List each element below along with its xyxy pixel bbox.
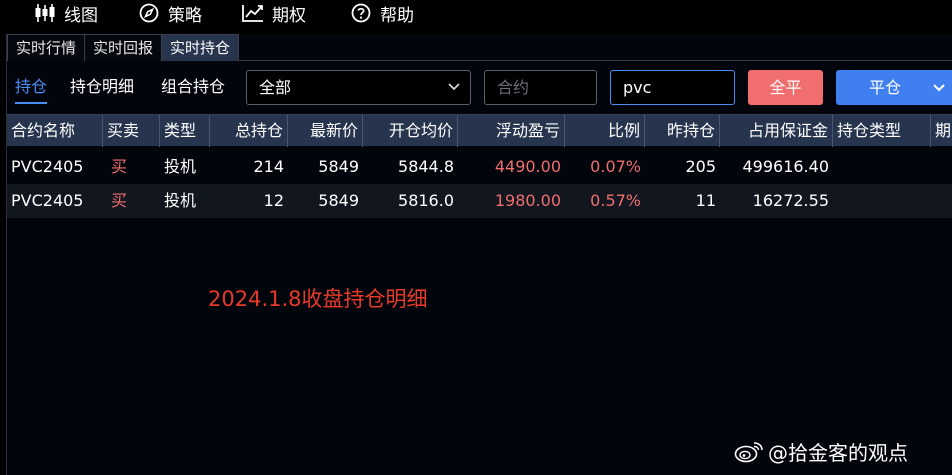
cell-last-price: 5849 [318,191,359,210]
column-header-contract[interactable]: 合约名称 [7,115,103,147]
cell-margin: 16272.55 [752,191,829,210]
cell-margin: 499616.40 [742,157,829,176]
column-header-last-price[interactable]: 最新价 [288,115,363,147]
annotation-text: 2024.1.8收盘持仓明细 [208,287,428,311]
cell-avg-open: 5816.0 [398,191,454,210]
column-header-total[interactable]: 总持仓 [210,115,288,147]
subtab-combo-positions[interactable]: 组合持仓 [161,74,225,100]
cell-ratio: 0.57% [590,191,641,210]
column-header-side[interactable]: 买卖 [103,115,160,147]
tab-bar: 实时行情 实时回报 实时持仓 [7,34,952,61]
menu-item-label: 线图 [64,5,98,26]
tab-realtime-reports[interactable]: 实时回报 [84,34,163,61]
menu-item-label: 期权 [272,5,306,26]
subtab-position-details[interactable]: 持仓明细 [70,74,134,100]
chevron-down-icon [448,71,460,115]
cell-total: 214 [253,157,284,176]
cell-total: 12 [263,191,284,210]
cell-float-pnl: 1980.00 [494,191,561,210]
column-header-truncated[interactable]: 期 [931,115,952,147]
cell-avg-open: 5844.8 [398,157,454,176]
table-row[interactable]: PVC2405 买 投机 12 5849 5816.0 1980.00 0.57… [7,184,952,218]
candlestick-chart-icon [34,2,56,24]
subtab-positions[interactable]: 持仓 [15,74,48,104]
tab-realtime-positions[interactable]: 实时持仓 [161,34,240,61]
cell-contract: PVC2405 [11,191,84,210]
column-header-ratio[interactable]: 比例 [565,115,645,147]
cell-type: 投机 [164,157,197,176]
top-menu-bar: 线图 策略 期权 帮助 [0,0,952,26]
cell-truncated [931,150,952,184]
chevron-down-icon[interactable] [932,80,946,99]
tab-realtime-quotes[interactable]: 实时行情 [7,34,86,61]
positions-panel: 实时行情 实时回报 实时持仓 持仓 持仓明细 组合持仓 全部 全平 平仓 合约名… [6,34,952,475]
compass-icon [138,2,160,24]
menu-item-line-chart[interactable]: 线图 [34,0,138,26]
cell-yesterday: 205 [685,157,716,176]
close-all-button[interactable]: 全平 [748,70,823,105]
watermark: @拾金客的观点 [734,437,908,466]
contract-input[interactable] [484,70,597,105]
watermark-text: @拾金客的观点 [768,441,908,465]
cell-side: 买 [111,191,128,210]
menu-item-help[interactable]: 帮助 [350,0,414,26]
cell-ratio: 0.07% [590,157,641,176]
cell-contract: PVC2405 [11,157,84,176]
search-input[interactable] [610,70,735,105]
cell-truncated [931,184,952,218]
cell-float-pnl: 4490.00 [494,157,561,176]
column-header-type[interactable]: 类型 [160,115,210,147]
column-header-float-pnl[interactable]: 浮动盈亏 [458,115,565,147]
cell-position-type [833,184,931,218]
column-header-margin[interactable]: 占用保证金 [720,115,833,147]
cell-position-type [833,150,931,184]
category-select-value: 全部 [259,78,292,97]
column-header-position-type[interactable]: 持仓类型 [833,115,931,147]
filter-toolbar: 持仓 持仓明细 组合持仓 全部 全平 平仓 [7,70,952,106]
cell-yesterday: 11 [695,191,716,210]
menu-item-label: 帮助 [380,5,414,26]
close-position-label: 平仓 [868,78,901,97]
positions-table-header: 合约名称 买卖 类型 总持仓 最新价 开仓均价 浮动盈亏 比例 昨持仓 占用保证… [7,114,952,147]
category-select[interactable]: 全部 [246,70,471,105]
line-chart-icon [242,2,264,24]
column-header-avg-open[interactable]: 开仓均价 [363,115,458,147]
menu-item-label: 策略 [168,5,202,26]
close-position-button[interactable]: 平仓 [836,70,952,105]
cell-side: 买 [111,157,128,176]
weibo-logo-icon [734,440,764,464]
column-header-yesterday[interactable]: 昨持仓 [645,115,720,147]
cell-last-price: 5849 [318,157,359,176]
cell-type: 投机 [164,191,197,210]
help-circle-icon [350,2,372,24]
table-row[interactable]: PVC2405 买 投机 214 5849 5844.8 4490.00 0.0… [7,150,952,184]
menu-item-options[interactable]: 期权 [242,0,350,26]
menu-item-strategy[interactable]: 策略 [138,0,242,26]
